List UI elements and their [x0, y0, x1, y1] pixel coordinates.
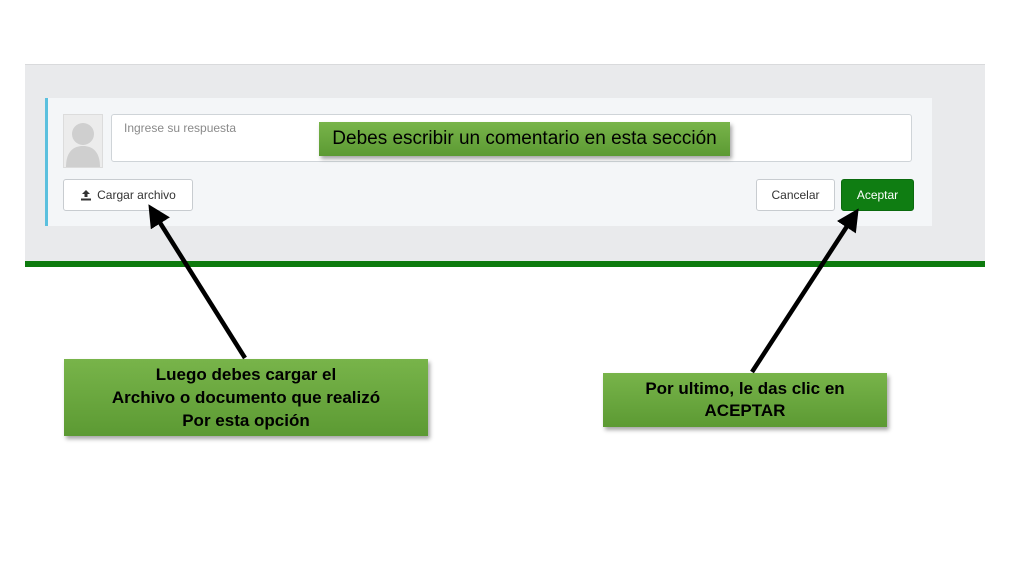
upload-file-label: Cargar archivo: [97, 188, 176, 202]
upload-hint-line: Por esta opción: [182, 411, 310, 430]
accept-label: Aceptar: [856, 188, 899, 202]
accept-hint-line: Por ultimo, le das clic en: [645, 379, 845, 398]
panel-divider: [25, 261, 985, 267]
accept-hint-callout: Por ultimo, le das clic en ACEPTAR: [603, 373, 887, 427]
upload-hint-callout: Luego debes cargar el Archivo o document…: [64, 359, 428, 436]
avatar-placeholder-icon: [63, 114, 103, 168]
cancel-button[interactable]: Cancelar: [756, 179, 835, 211]
accept-button[interactable]: Aceptar: [841, 179, 914, 211]
upload-icon: [81, 190, 92, 201]
upload-file-button[interactable]: Cargar archivo: [63, 179, 193, 211]
upload-hint-line: Archivo o documento que realizó: [111, 388, 381, 407]
comment-hint-text: Debes escribir un comentario en esta sec…: [332, 128, 717, 149]
cancel-label: Cancelar: [771, 188, 820, 202]
comment-hint-callout: Debes escribir un comentario en esta sec…: [319, 122, 730, 156]
accept-hint-line: ACEPTAR: [704, 401, 786, 420]
upload-hint-line: Luego debes cargar el: [155, 365, 337, 384]
